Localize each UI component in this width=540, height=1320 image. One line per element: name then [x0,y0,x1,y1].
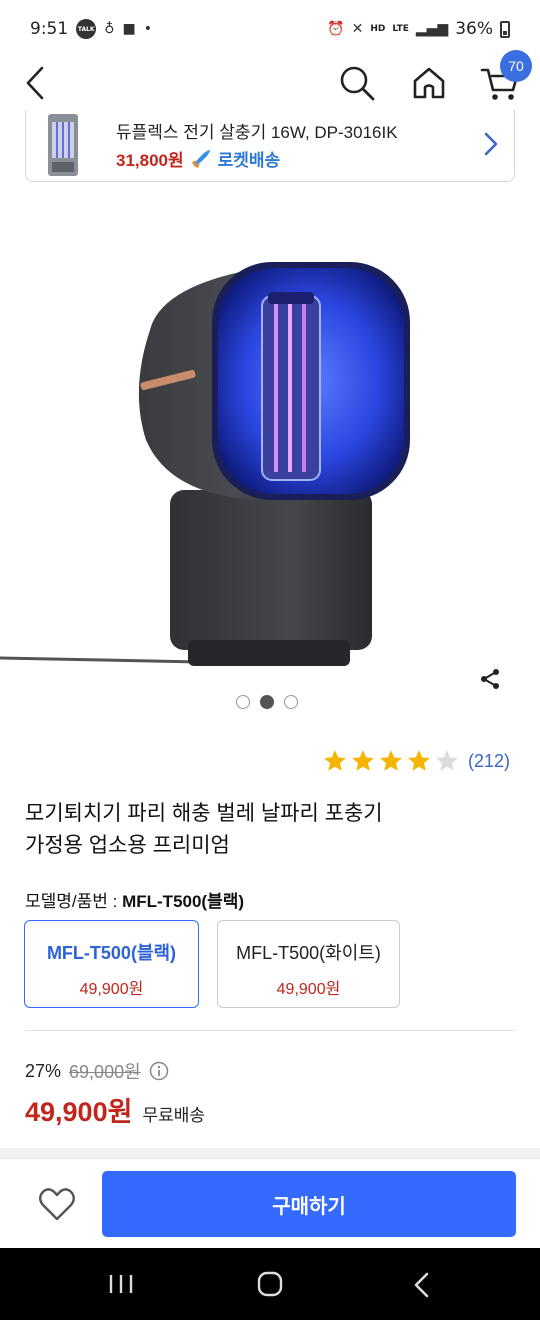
status-time: 9:51 [30,19,69,39]
rating-row[interactable]: (212) [322,748,510,774]
notification-icon: ♁ [104,21,115,37]
discount-rate: 27% [25,1060,62,1081]
battery-percent: 36% [455,19,493,39]
divider [25,1030,515,1031]
shopping-bag-icon: ■ [122,21,136,37]
option-price: 49,900원 [276,981,341,998]
star-filled-icon [324,750,346,771]
system-navigation-bar [0,1248,540,1320]
image-pagination [236,695,298,709]
original-price: 69,000원 [69,1062,141,1082]
option-black[interactable]: MFL-T500(블랙) 49,900원 [24,920,199,1008]
buy-button[interactable]: 구매하기 [102,1171,516,1237]
related-product-thumbnail [48,114,78,176]
product-image[interactable] [0,200,540,680]
option-name: MFL-T500(블랙) [46,943,177,963]
product-title-line: 가정용 업소용 프리미엄 [25,834,230,857]
shipping-info: 무료배송 [142,1106,205,1125]
system-back-icon[interactable] [412,1272,432,1298]
related-price-row: 31,800원 로켓배송 [116,146,280,171]
related-product-price: 31,800원 [116,151,184,170]
rocket-icon [191,149,210,168]
bottom-action-bar: 구매하기 [0,1158,540,1248]
product-title-line: 모기퇴치기 파리 해충 벌레 날파리 포충기 [25,802,383,825]
home-icon[interactable] [410,64,448,102]
review-count[interactable]: (212) [468,751,510,772]
option-white[interactable]: MFL-T500(화이트) 49,900원 [217,920,400,1008]
pagination-dot-active[interactable] [260,695,274,709]
mute-icon: ✕ [351,21,364,37]
model-label: 모델명/품번 : [25,892,123,911]
kakaotalk-icon: TALK [76,19,97,39]
more-notifications-icon: • [143,21,152,37]
search-icon[interactable] [338,64,376,102]
option-price: 49,900원 [79,981,144,998]
cart-count-badge: 70 [500,50,532,82]
pagination-dot[interactable] [284,695,298,709]
signal-icon: ▂▄▆ [415,21,449,37]
recent-apps-icon[interactable] [108,1274,134,1294]
rocket-delivery-label: 로켓배송 [217,151,281,170]
model-value: MFL-T500(블랙) [122,892,245,911]
related-product-name: 듀플렉스 전기 살충기 16W, DP-3016IK [116,123,398,142]
star-empty-icon [436,750,458,771]
hd-voice-icon: HD [370,23,386,34]
battery-icon [500,20,510,38]
final-price: 49,900원 [25,1097,133,1127]
star-filled-icon [380,750,402,771]
back-arrow-icon[interactable] [22,64,52,102]
heart-icon[interactable] [36,1183,78,1225]
discount-row: 27% 69,000원 [25,1058,169,1084]
option-name: MFL-T500(화이트) [236,943,381,963]
price-row: 49,900원 무료배송 [25,1090,205,1129]
pagination-dot[interactable] [236,695,250,709]
star-filled-icon [408,750,430,771]
info-icon[interactable] [149,1061,169,1081]
home-button-icon[interactable] [256,1270,284,1298]
alarm-icon: ⏰ [327,21,345,37]
status-bar: 9:51 TALK ♁ ■ • ⏰ ✕ HD LTE ▂▄▆ 36% [0,0,540,58]
star-filled-icon [352,750,374,771]
top-navigation: 70 [0,50,540,110]
section-separator [0,1148,540,1158]
lte-icon: LTE [392,23,409,34]
product-title: 모기퇴치기 파리 해충 벌레 날파리 포충기 가정용 업소용 프리미엄 [25,798,515,862]
chevron-right-icon[interactable] [482,130,500,158]
model-info: 모델명/품번 : MFL-T500(블랙) [25,887,244,912]
share-icon[interactable] [478,667,502,691]
related-product-card[interactable]: 듀플렉스 전기 살충기 16W, DP-3016IK 31,800원 로켓배송 [25,110,515,182]
